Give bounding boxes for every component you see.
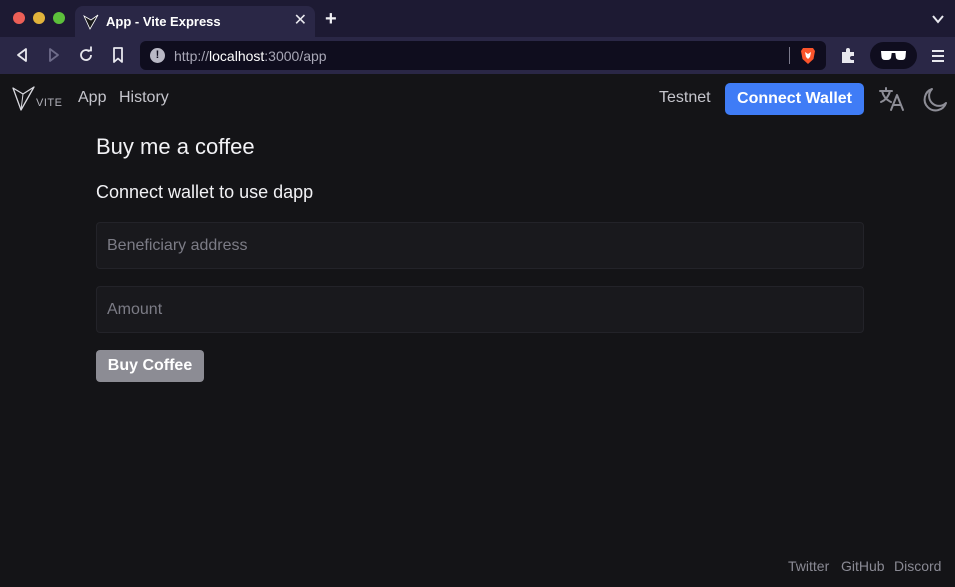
- window-zoom-button[interactable]: [53, 12, 65, 24]
- bookmark-icon[interactable]: [108, 45, 128, 65]
- web-page: VITE App History Testnet Connect Wallet …: [0, 74, 955, 587]
- browser-tab-bar: App - Vite Express ✕ +: [0, 0, 955, 37]
- vite-logo[interactable]: VITE: [12, 86, 64, 112]
- amount-input[interactable]: [96, 286, 864, 333]
- connect-wallet-button[interactable]: Connect Wallet: [725, 83, 864, 115]
- browser-tab[interactable]: App - Vite Express ✕: [75, 6, 315, 37]
- forward-icon[interactable]: [44, 45, 64, 65]
- chevron-down-icon[interactable]: [931, 12, 945, 26]
- brave-shield-icon[interactable]: [800, 47, 816, 65]
- browser-toolbar: ! http://localhost:3000/app: [0, 37, 955, 74]
- url-divider: [789, 47, 790, 64]
- extensions-icon[interactable]: [838, 45, 858, 65]
- tab-close-icon[interactable]: ✕: [294, 12, 307, 30]
- address-bar[interactable]: ! http://localhost:3000/app: [140, 41, 826, 70]
- profile-glasses-icon: [881, 51, 906, 60]
- moon-icon[interactable]: [922, 87, 948, 113]
- vite-favicon-icon: [83, 14, 99, 30]
- beneficiary-address-input[interactable]: [96, 222, 864, 269]
- svg-text:VITE: VITE: [36, 97, 62, 109]
- window-minimize-button[interactable]: [33, 12, 45, 24]
- translate-icon[interactable]: [878, 86, 906, 112]
- footer-link-github[interactable]: GitHub: [841, 558, 885, 574]
- url-text[interactable]: http://localhost:3000/app: [174, 48, 327, 64]
- new-tab-button[interactable]: +: [325, 9, 337, 29]
- connect-wallet-notice: Connect wallet to use dapp: [96, 182, 314, 202]
- window-close-button[interactable]: [13, 12, 25, 24]
- footer-link-twitter[interactable]: Twitter: [788, 558, 829, 574]
- nav-link-history[interactable]: History: [119, 89, 169, 107]
- reload-icon[interactable]: [76, 45, 96, 65]
- menu-icon[interactable]: [929, 47, 947, 65]
- nav-link-app[interactable]: App: [78, 89, 106, 107]
- network-selector[interactable]: Testnet: [659, 89, 711, 107]
- buy-coffee-button[interactable]: Buy Coffee: [96, 350, 204, 382]
- tab-title: App - Vite Express: [106, 14, 221, 29]
- back-icon[interactable]: [12, 45, 32, 65]
- app-navbar: VITE App History Testnet Connect Wallet: [0, 74, 955, 124]
- profile-button[interactable]: [870, 42, 917, 69]
- info-icon[interactable]: !: [150, 48, 165, 63]
- footer-link-discord[interactable]: Discord: [894, 558, 941, 574]
- page-title: Buy me a coffee: [96, 134, 255, 159]
